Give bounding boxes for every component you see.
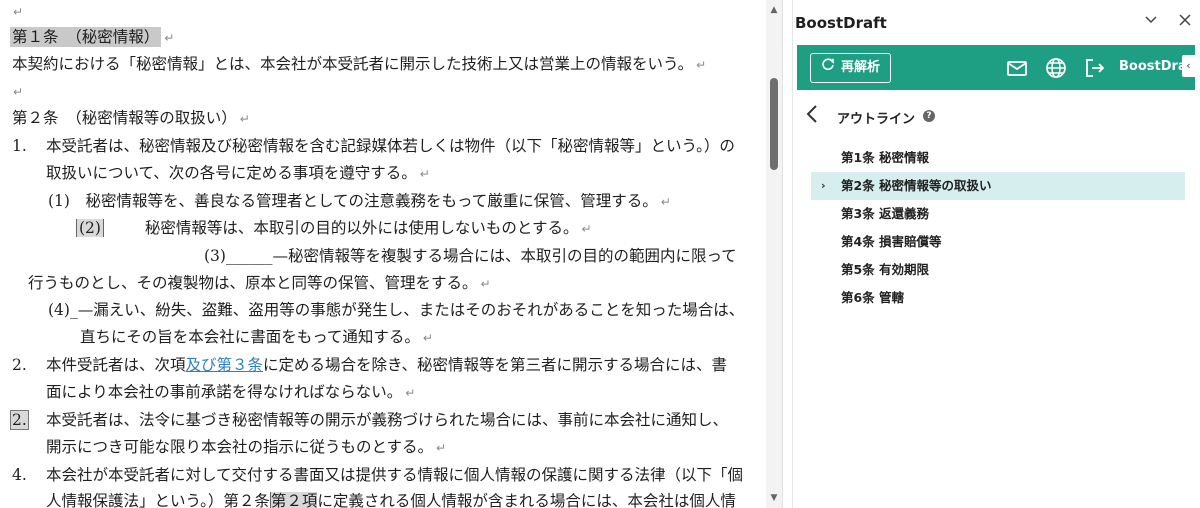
clause-2-line1[interactable]: 本件受託者は、次項及び第３条に定める場合を除き、秘密情報等を第三者に開示する場合…: [46, 354, 727, 376]
logout-icon[interactable]: [1083, 56, 1107, 80]
outline-item-article3[interactable]: 第3条 返還義務: [811, 200, 1185, 228]
article1-body[interactable]: 本契約における「秘密情報」とは、本会社が本受託者に開示した技術上又は営業上の情報…: [12, 53, 706, 76]
clause-3-number[interactable]: 2.: [10, 409, 29, 431]
panel-title: BoostDraft: [795, 14, 887, 32]
globe-icon[interactable]: [1044, 56, 1068, 80]
help-icon[interactable]: ?: [923, 110, 935, 122]
subclause-2[interactable]: (2) 秘密情報等は、本取引の目的以外には使用しないものとする。 ↵: [76, 217, 592, 240]
panel-header: BoostDraft: [793, 0, 1200, 44]
clause-4-number: 4.: [12, 466, 27, 484]
clause-4-line2[interactable]: 人情報保護法」という。）第２条第２項に定義される個人情報が含まれる場合には、本会…: [46, 490, 736, 508]
chevron-down-icon[interactable]: [1139, 10, 1163, 34]
reanalyze-label: 再解析: [841, 60, 881, 75]
collapse-panel-tab[interactable]: ‹: [1182, 55, 1195, 77]
reanalyze-button[interactable]: 再解析: [810, 53, 892, 83]
pane-divider[interactable]: [782, 0, 792, 508]
article1-title: 第１条 （秘密情報）: [10, 27, 162, 47]
clause-3-line1[interactable]: 本受託者は、法令に基づき秘密情報等の開示が義務づけられた場合には、事前に本会社に…: [46, 409, 728, 431]
clause-3-line2[interactable]: 開示につき可能な限り本会社の指示に従うものとする。 ↵: [46, 436, 446, 459]
clause-2-number: 2.: [12, 356, 27, 374]
article1-heading[interactable]: 第１条 （秘密情報） ↵: [10, 26, 174, 49]
document-area[interactable]: ↵ 第１条 （秘密情報） ↵ 本契約における「秘密情報」とは、本会社が本受託者に開…: [0, 0, 766, 508]
outline-header: アウトライン ?: [793, 98, 1200, 136]
article2-heading[interactable]: 第２条 （秘密情報等の取扱い） ↵: [12, 107, 250, 130]
clause-1-line2[interactable]: 取扱いについて、次の各号に定める事項を遵守する。 ↵: [46, 162, 430, 185]
subclause-4-line2[interactable]: 直ちにその旨を本会社に書面をもって通知する。 ↵: [80, 326, 433, 349]
outline-item-article5[interactable]: 第5条 有効期限: [811, 256, 1185, 284]
paragraph-mark: ↵: [13, 5, 24, 19]
scroll-up-arrow-icon[interactable]: ▲: [766, 2, 782, 18]
document-scrollbar[interactable]: ▲ ▼: [766, 0, 782, 508]
scrollbar-thumb[interactable]: [770, 78, 778, 170]
clause-1-number: 1.: [12, 137, 27, 155]
outline-item-article1[interactable]: 第1条 秘密情報: [811, 144, 1185, 172]
subclause-1[interactable]: (1) 秘密情報等を、善良なる管理者としての注意義務をもって厳重に保管、管理する…: [48, 190, 671, 213]
outline-item-article6[interactable]: 第6条 管轄: [811, 284, 1185, 312]
outline-item-article4[interactable]: 第4条 損害賠償等: [811, 228, 1185, 256]
close-icon[interactable]: [1173, 10, 1197, 34]
mail-icon[interactable]: [1005, 56, 1029, 80]
outline-list: 第1条 秘密情報 › 第2条 秘密情報等の取扱い 第3条 返還義務 第4条 損害賠…: [811, 144, 1185, 312]
back-chevron-icon[interactable]: [805, 104, 819, 129]
refresh-icon: [821, 54, 835, 82]
panel-toolbar: 再解析 BoostDraft: [797, 45, 1199, 90]
subclause-2-number: (2): [76, 219, 104, 237]
scroll-down-arrow-icon[interactable]: ▼: [766, 490, 782, 506]
clause-2-line2[interactable]: 面により本会社の事前承諾を得なければならない。 ↵: [46, 381, 415, 404]
expand-caret-icon[interactable]: ›: [821, 172, 826, 200]
clause-4-line1[interactable]: 本会社が本受託者に対して交付する書面又は提供する情報に個人情報の保護に関する法律…: [46, 464, 743, 486]
boostdraft-panel: BoostDraft 再解析 BoostDraft ‹ アウトライン ? 第1条…: [792, 0, 1200, 508]
article3-reference-link[interactable]: 及び第３条: [186, 356, 264, 374]
outline-item-article2[interactable]: › 第2条 秘密情報等の取扱い: [811, 172, 1185, 200]
subclause-4-line1[interactable]: (4)_—漏えい、紛失、盗難、盗用等の事態が発生し、またはそのおそれがあることを…: [48, 299, 744, 321]
subclause-3-line2[interactable]: 行うものとし、その複製物は、原本と同等の保管、管理をする。 ↵: [28, 272, 491, 295]
clause-1-line1[interactable]: 本受託者は、秘密情報及び秘密情報を含む記録媒体若しくは物件（以下「秘密情報等」と…: [46, 135, 735, 157]
subclause-3-line1[interactable]: (3)______—秘密情報等を複製する場合には、本取引の目的の範囲内に限って: [204, 245, 737, 267]
outline-title: アウトライン: [837, 112, 916, 127]
paragraph-mark: ↵: [13, 85, 24, 99]
